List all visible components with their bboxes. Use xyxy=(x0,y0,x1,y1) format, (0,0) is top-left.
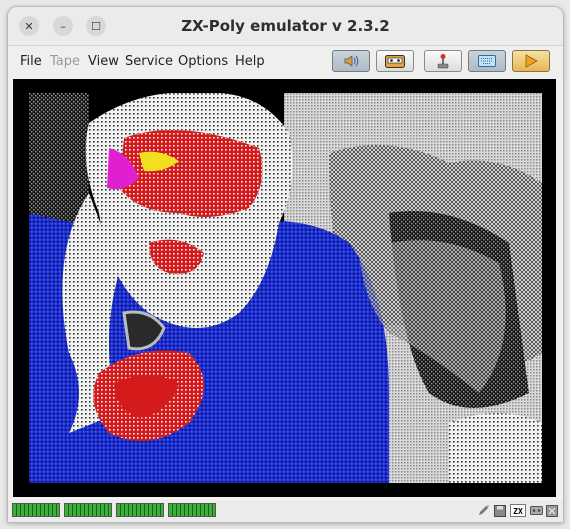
title-bar[interactable]: ✕ – ☐ ZX-Poly emulator v 2.3.2 xyxy=(8,7,563,46)
disk-activity-indicator[interactable] xyxy=(493,504,507,517)
menu-tape[interactable]: Tape xyxy=(50,54,80,69)
sound-toggle-button[interactable] xyxy=(332,50,370,72)
tape-icon xyxy=(529,506,543,515)
disk-icon xyxy=(494,504,506,517)
cpu-3-indicator xyxy=(168,503,216,517)
cpu-1-indicator xyxy=(64,503,112,517)
portrait-image xyxy=(29,93,542,483)
zx-mode-indicator[interactable]: ZX xyxy=(510,504,526,517)
tape-button[interactable] xyxy=(376,50,414,72)
joystick-button[interactable] xyxy=(424,50,462,72)
menu-help[interactable]: Help xyxy=(235,54,265,69)
play-pause-button[interactable] xyxy=(512,50,550,72)
menu-view[interactable]: View xyxy=(88,54,119,69)
window-title: ZX-Poly emulator v 2.3.2 xyxy=(181,17,390,35)
cassette-tape-icon xyxy=(385,54,405,68)
rocket-icon xyxy=(478,505,489,515)
status-bar: ZX xyxy=(8,500,563,522)
close-box-icon xyxy=(546,504,558,517)
cpu-0-indicator xyxy=(12,503,60,517)
menu-options[interactable]: Options xyxy=(178,54,228,69)
emulator-screen[interactable] xyxy=(29,93,542,483)
keyboard-icon xyxy=(478,55,496,67)
emulator-window: ✕ – ☐ ZX-Poly emulator v 2.3.2 File Tape… xyxy=(7,6,564,523)
turbo-mode-indicator[interactable] xyxy=(476,504,490,517)
mouse-capture-indicator[interactable] xyxy=(545,504,559,517)
tape-status-indicator[interactable] xyxy=(529,504,543,517)
cpu-2-indicator xyxy=(116,503,164,517)
virtual-keyboard-button[interactable] xyxy=(468,50,506,72)
emulator-display-border xyxy=(13,79,556,497)
menu-file[interactable]: File xyxy=(20,54,42,69)
play-triangle-icon xyxy=(525,54,538,68)
speaker-icon xyxy=(344,55,359,67)
menu-bar: File Tape View Service Options Help xyxy=(8,46,563,78)
joystick-icon xyxy=(437,54,449,69)
menu-service[interactable]: Service xyxy=(125,54,173,69)
